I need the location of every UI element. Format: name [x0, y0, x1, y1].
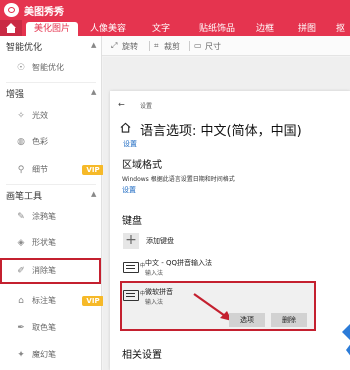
tab-portrait[interactable]: 人像美容: [84, 22, 132, 36]
brush-icon: ✎: [17, 212, 25, 222]
sidebar-divider: [6, 184, 96, 185]
chevron-up-icon[interactable]: ▲: [91, 88, 96, 96]
sidebar-item-label: 细节: [32, 165, 48, 174]
chevron-up-icon[interactable]: ▲: [91, 41, 96, 49]
vip-badge: VIP: [82, 296, 104, 306]
sidebar-item-label: 标注笔: [32, 296, 56, 305]
home-icon[interactable]: [0, 20, 22, 36]
page-title: 语言选项: 中文(简体，中国): [140, 124, 302, 139]
add-keyboard-label: 添加键盘: [146, 237, 174, 245]
settings-link: 设置: [123, 140, 137, 148]
tab-stickers[interactable]: 贴纸饰品: [193, 22, 241, 36]
magic-wand-icon: ✦: [17, 350, 25, 360]
section-brush-tools: 画笔工具: [6, 192, 43, 202]
sidebar-item-mark-pen[interactable]: ⌂ 标注笔 VIP: [10, 292, 104, 310]
toolbar-divider: [149, 41, 150, 51]
shapes-icon: ◈: [17, 238, 25, 248]
sidebar-divider: [6, 82, 96, 83]
breadcrumb: 设置: [140, 103, 153, 110]
sidebar-item-color-picker[interactable]: ✒ 取色笔: [10, 319, 92, 337]
red-arrow-annotation: [193, 293, 232, 321]
sidebar-item-magic-pen[interactable]: ✦ 魔幻笔: [10, 346, 92, 364]
keyboard-icon: [123, 262, 139, 273]
erase-pen-highlight: [0, 258, 101, 284]
crop-button[interactable]: 裁剪: [164, 41, 180, 52]
palette-icon: ◍: [17, 137, 25, 147]
section-smart-optimize: 智能优化: [6, 43, 43, 53]
sidebar-item-smart-optimize[interactable]: ☉ 智能优化: [10, 59, 92, 77]
crop-icon[interactable]: ⌗: [154, 41, 159, 51]
keyboard-icon: [123, 290, 139, 301]
options-button: 选项: [229, 313, 265, 327]
sidebar-item-label: 智能优化: [32, 63, 64, 72]
toolbar-divider: [189, 41, 190, 51]
sidebar-item-color[interactable]: ◍ 色彩: [10, 133, 92, 151]
resize-button[interactable]: 尺寸: [205, 41, 221, 52]
chevron-up-icon[interactable]: ▲: [91, 190, 96, 198]
ime-qq-pinyin-name: 中文 - QQ拼音输入法: [145, 259, 212, 267]
tag-icon: ⌂: [18, 296, 24, 306]
side-panel-toggle-icon[interactable]: [340, 322, 350, 358]
sidebar-item-light[interactable]: ✧ 光效: [10, 107, 92, 125]
tab-beautify[interactable]: 美化图片: [26, 22, 78, 36]
delete-button: 删除: [271, 313, 307, 327]
back-arrow-icon: ←: [118, 100, 125, 109]
sidebar-item-detail[interactable]: ⚲ 细节 VIP: [10, 161, 104, 179]
keyboard-heading: 键盘: [122, 216, 142, 227]
rotate-icon[interactable]: ⤢: [111, 41, 117, 51]
sidebar-item-label: 魔幻笔: [32, 350, 56, 359]
home-icon: [120, 122, 131, 133]
region-format-description: Windows 根据此语言设置日期和时间格式: [122, 176, 235, 183]
vip-badge: VIP: [82, 165, 104, 175]
region-format-heading: 区域格式: [122, 160, 162, 171]
region-settings-link: 设置: [122, 186, 136, 194]
sidebar-item-doodle-pen[interactable]: ✎ 涂鸦笔: [10, 208, 92, 226]
sparkle-icon: ✧: [17, 111, 25, 121]
related-settings-heading: 相关设置: [122, 350, 162, 361]
sidebar-item-label: 光效: [32, 111, 48, 120]
tab-frames[interactable]: 边框: [253, 22, 277, 36]
tab-collage[interactable]: 拼图: [295, 22, 319, 36]
rotate-button[interactable]: 旋转: [122, 41, 138, 52]
ime-qq-pinyin-type: 输入法: [145, 270, 164, 277]
sidebar-item-label: 形状笔: [32, 238, 56, 247]
section-enhance: 增强: [6, 90, 25, 100]
tab-cutout[interactable]: 抠: [336, 22, 350, 36]
resize-icon[interactable]: ▭: [194, 41, 202, 50]
magnifier-icon: ⚲: [17, 165, 25, 175]
bulb-icon: ☉: [16, 63, 26, 73]
sidebar-item-label: 取色笔: [32, 323, 56, 332]
tab-text[interactable]: 文字: [146, 22, 176, 36]
sidebar-item-shape-pen[interactable]: ◈ 形状笔: [10, 234, 92, 252]
app-title: 美图秀秀: [24, 7, 64, 18]
plus-icon: +: [123, 233, 139, 249]
meitu-logo-icon: [4, 3, 19, 17]
eyedropper-icon: ✒: [17, 323, 25, 333]
sidebar-item-label: 色彩: [32, 137, 48, 146]
toolbar: [102, 36, 350, 56]
sidebar-item-label: 涂鸦笔: [32, 212, 56, 221]
